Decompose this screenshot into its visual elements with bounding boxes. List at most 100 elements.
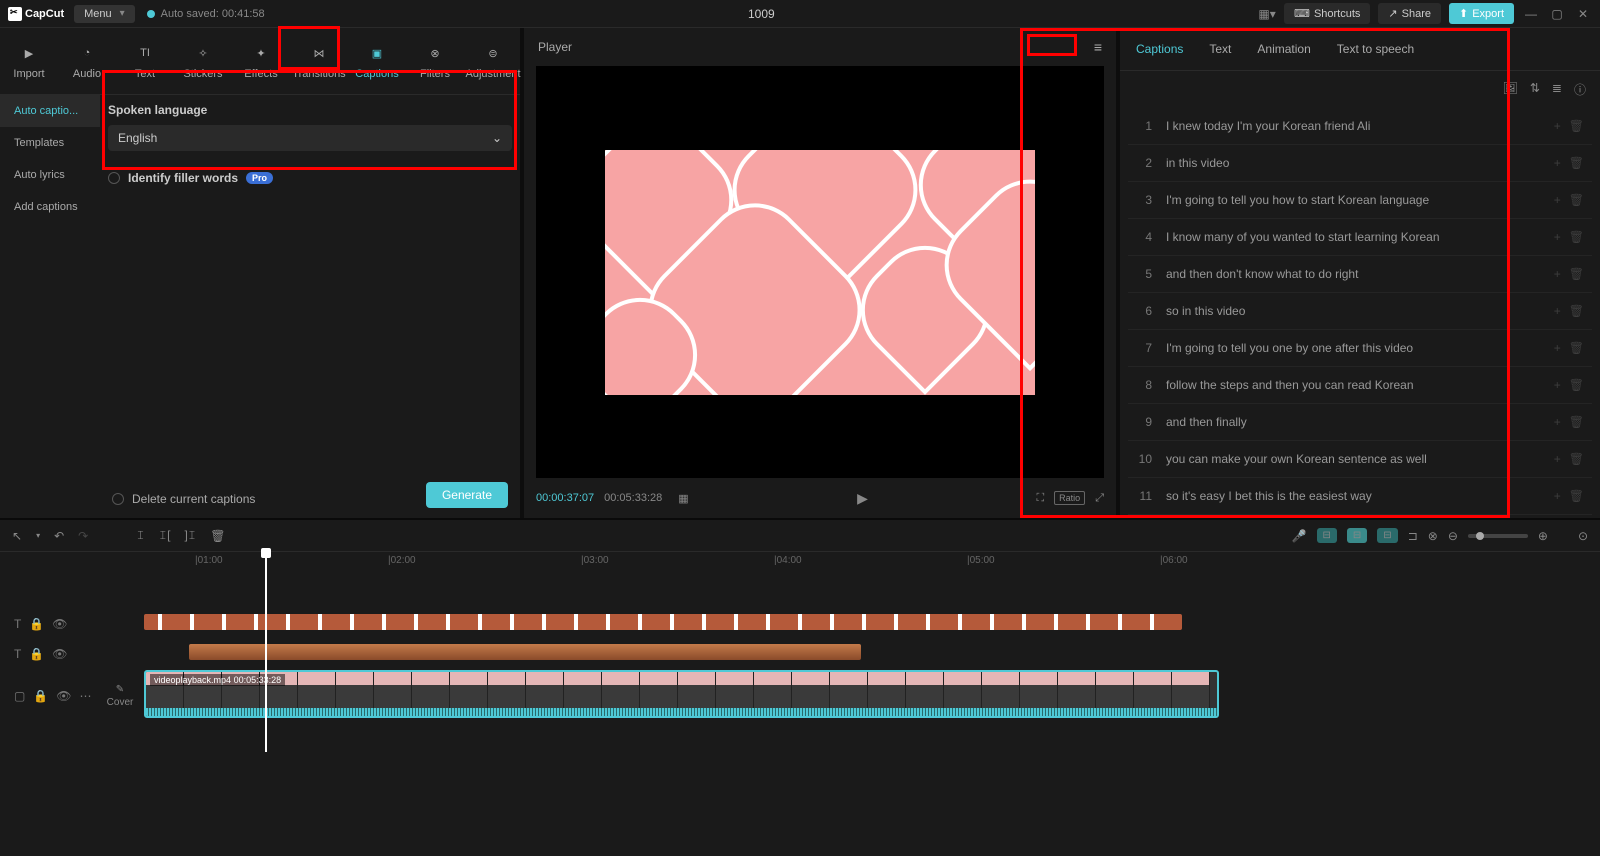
timeline-ruler[interactable]: |01:00|02:00|03:00|04:00|05:00|06:00	[0, 552, 1600, 570]
more-icon[interactable]: ⋯	[80, 689, 92, 703]
help-icon[interactable]: ⓘ	[1574, 81, 1586, 98]
split-right-tool[interactable]: ]𝙸	[184, 528, 196, 543]
rp-tab-captions[interactable]: Captions	[1134, 38, 1185, 60]
tool-transitions[interactable]: ⋈Transitions	[290, 28, 348, 94]
add-caption-icon[interactable]: +	[1554, 378, 1561, 392]
link-icon[interactable]: ⊗	[1428, 529, 1438, 543]
rp-tab-animation[interactable]: Animation	[1255, 38, 1312, 60]
export-button[interactable]: ⬆ Export	[1449, 3, 1514, 24]
video-clip[interactable]: videoplayback.mp4 00:05:33:28	[144, 670, 1219, 718]
delete-caption-icon[interactable]: 🗑	[1569, 341, 1584, 355]
caption-item[interactable]: 5and then don't know what to do right+🗑	[1128, 256, 1592, 293]
add-caption-icon[interactable]: +	[1554, 267, 1561, 281]
caption-item[interactable]: 1I knew today I'm your Korean friend Ali…	[1128, 108, 1592, 145]
redo-button[interactable]: ↷	[78, 529, 88, 543]
caption-item[interactable]: 9and then finally+🗑	[1128, 404, 1592, 441]
cover-button[interactable]: ✎Cover	[101, 684, 139, 708]
tool-effects[interactable]: ✦Effects	[232, 28, 290, 94]
add-caption-icon[interactable]: +	[1554, 119, 1561, 133]
add-caption-icon[interactable]: +	[1554, 304, 1561, 318]
delete-caption-icon[interactable]: 🗑	[1569, 378, 1584, 392]
delete-caption-icon[interactable]: 🗑	[1569, 119, 1584, 133]
rp-tab-text-to-speech[interactable]: Text to speech	[1335, 38, 1416, 60]
tool-audio[interactable]: ◔Audio	[58, 28, 116, 94]
close-icon[interactable]: ✕	[1574, 5, 1592, 23]
add-caption-icon[interactable]: +	[1554, 193, 1561, 207]
delete-caption-icon[interactable]: 🗑	[1569, 304, 1584, 318]
delete-caption-icon[interactable]: 🗑	[1569, 452, 1584, 466]
tool-stickers[interactable]: ✧Stickers	[174, 28, 232, 94]
list-icon[interactable]: ≣	[1552, 81, 1562, 98]
tl-btn-3[interactable]: ⊟	[1377, 528, 1397, 543]
delete-captions-radio[interactable]	[112, 493, 124, 505]
caption-item[interactable]: 2in this video+🗑	[1128, 145, 1592, 182]
tl-btn-2[interactable]: ⊟	[1347, 528, 1367, 543]
play-button[interactable]: ▶	[857, 490, 868, 507]
side-tab-3[interactable]: Add captions	[0, 191, 100, 223]
lock-icon-3[interactable]: 🔒	[33, 689, 48, 703]
delete-caption-icon[interactable]: 🗑	[1569, 156, 1584, 170]
split-tool[interactable]: 𝙸	[136, 528, 144, 543]
eye-icon-2[interactable]: 👁	[52, 647, 67, 661]
scan-icon[interactable]: ⛶	[1036, 492, 1044, 505]
add-caption-icon[interactable]: +	[1554, 341, 1561, 355]
language-select[interactable]: English⌄	[108, 125, 512, 151]
side-tab-2[interactable]: Auto lyrics	[0, 159, 100, 191]
caption-item[interactable]: 10you can make your own Korean sentence …	[1128, 441, 1592, 478]
zoom-slider[interactable]	[1468, 534, 1528, 538]
delete-caption-icon[interactable]: 🗑	[1569, 230, 1584, 244]
tool-import[interactable]: ▶Import	[0, 28, 58, 94]
thumbnail-mode-icon[interactable]: ▦	[678, 492, 688, 505]
pointer-tool[interactable]: ↖	[12, 529, 22, 543]
add-caption-icon[interactable]: +	[1554, 230, 1561, 244]
zoom-out-icon[interactable]: ⊖	[1448, 529, 1458, 543]
fullscreen-icon[interactable]: ⤢	[1095, 492, 1104, 505]
filler-words-radio[interactable]	[108, 172, 120, 184]
player-menu-icon[interactable]: ≡	[1094, 39, 1102, 55]
delete-caption-icon[interactable]: 🗑	[1569, 489, 1584, 503]
add-caption-icon[interactable]: +	[1554, 156, 1561, 170]
video-preview[interactable]	[536, 66, 1104, 478]
lock-icon[interactable]: 🔒	[29, 617, 44, 631]
eye-icon[interactable]: 👁	[52, 617, 67, 631]
side-tab-1[interactable]: Templates	[0, 127, 100, 159]
rp-tab-text[interactable]: Text	[1207, 38, 1233, 60]
playhead[interactable]	[265, 552, 267, 752]
fit-icon[interactable]: ⊙	[1578, 529, 1588, 543]
side-tab-0[interactable]: Auto captio...	[0, 95, 100, 127]
tool-filters[interactable]: ⊗Filters	[406, 28, 464, 94]
split-left-tool[interactable]: 𝙸[	[159, 528, 171, 543]
tool-adjustment[interactable]: ⊜Adjustment	[464, 28, 522, 94]
text-track-icon-2[interactable]: T	[14, 647, 21, 661]
magnet-icon[interactable]: ⊐	[1408, 529, 1418, 543]
delete-caption-icon[interactable]: 🗑	[1569, 267, 1584, 281]
tool-text[interactable]: TIText	[116, 28, 174, 94]
image-icon[interactable]: 🖼	[1503, 81, 1518, 98]
caption-item[interactable]: 4I know many of you wanted to start lear…	[1128, 219, 1592, 256]
caption-item[interactable]: 11so it's easy I bet this is the easiest…	[1128, 478, 1592, 515]
add-caption-icon[interactable]: +	[1554, 415, 1561, 429]
delete-caption-icon[interactable]: 🗑	[1569, 193, 1584, 207]
delete-tool[interactable]: 🗑	[210, 529, 225, 543]
eye-icon-3[interactable]: 👁	[56, 689, 71, 703]
zoom-in-icon[interactable]: ⊕	[1538, 529, 1548, 543]
menu-button[interactable]: Menu	[74, 5, 135, 23]
tl-btn-1[interactable]: ⊟	[1317, 528, 1337, 543]
add-caption-icon[interactable]: +	[1554, 489, 1561, 503]
settings-icon[interactable]: ⇅	[1530, 81, 1540, 98]
caption-clips[interactable]	[144, 614, 1182, 630]
undo-button[interactable]: ↶	[54, 529, 64, 543]
share-button[interactable]: ↗ Share	[1378, 3, 1441, 24]
mic-icon[interactable]: 🎤	[1292, 529, 1307, 543]
delete-caption-icon[interactable]: 🗑	[1569, 415, 1584, 429]
ratio-button[interactable]: Ratio	[1054, 491, 1085, 505]
generate-button[interactable]: Generate	[426, 482, 508, 508]
caption-item[interactable]: 8follow the steps and then you can read …	[1128, 367, 1592, 404]
caption-item[interactable]: 3I'm going to tell you how to start Kore…	[1128, 182, 1592, 219]
audio-clip[interactable]	[189, 644, 861, 660]
caption-item[interactable]: 6so in this video+🗑	[1128, 293, 1592, 330]
lock-icon-2[interactable]: 🔒	[29, 647, 44, 661]
minimize-icon[interactable]: —	[1522, 5, 1540, 23]
caption-item[interactable]: 7I'm going to tell you one by one after …	[1128, 330, 1592, 367]
text-track-icon[interactable]: T	[14, 617, 21, 631]
